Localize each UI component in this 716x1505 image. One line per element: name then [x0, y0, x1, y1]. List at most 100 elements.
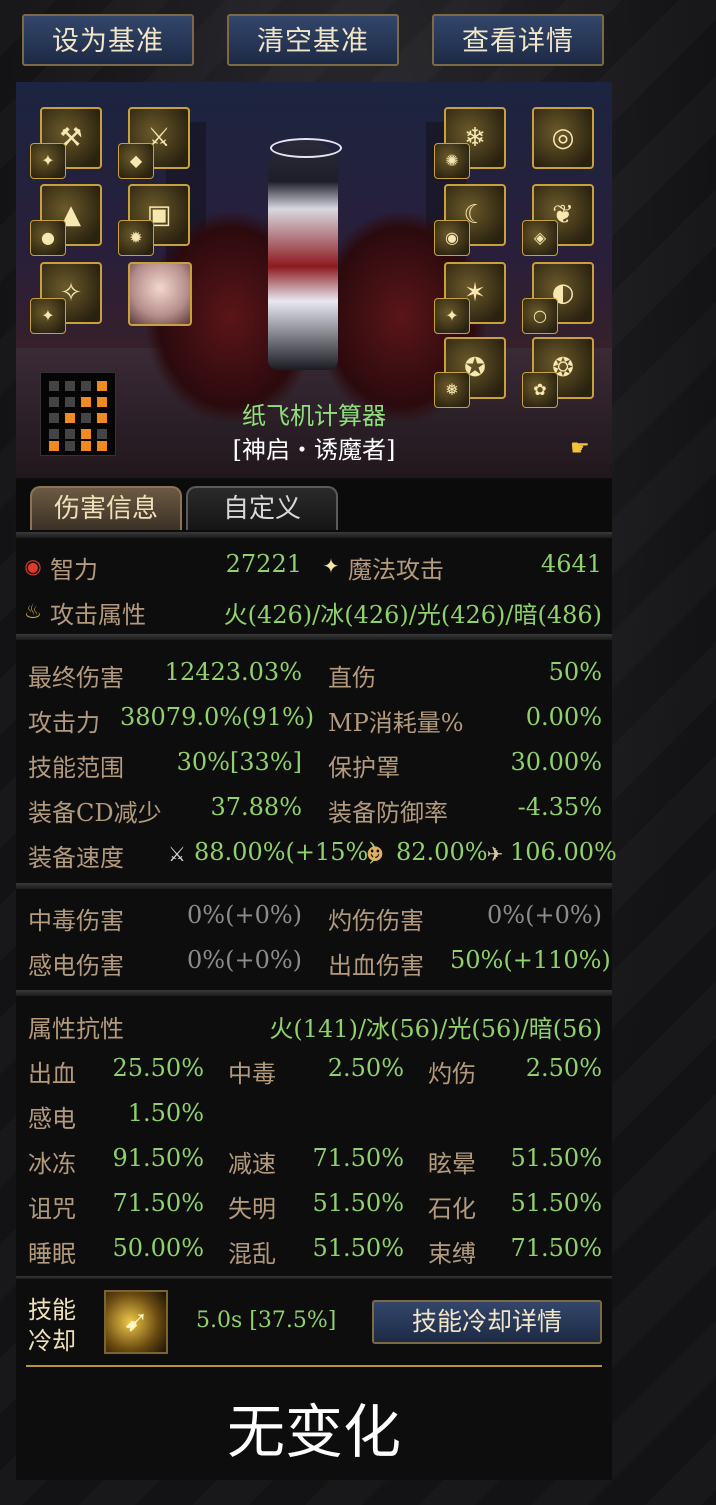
mp-cost-value: 0.00%: [525, 703, 602, 731]
bleed-damage-label: 出血伤害: [328, 952, 424, 980]
belt-avatar-slot-icon[interactable]: ✦: [30, 298, 66, 334]
stun-res-value: 51.50%: [510, 1144, 602, 1172]
burn-res-value: 2.50%: [525, 1054, 602, 1082]
magic-stone-avatar-slot-icon[interactable]: ✦: [434, 298, 470, 334]
sleep-res-label: 睡眠: [28, 1240, 76, 1268]
int-value: 27221: [225, 550, 302, 578]
confuse-res-label: 混乱: [228, 1240, 276, 1268]
direct-damage-value: 50%: [548, 658, 602, 686]
grid-cell-on: [97, 381, 107, 391]
flame-icon: ✦: [41, 151, 55, 170]
shock-damage-label: 感电伤害: [28, 952, 124, 980]
element-resistance-value: 火(141)/冰(56)/光(56)/暗(56): [269, 1015, 602, 1043]
bind-res-value: 71.50%: [510, 1234, 602, 1262]
stone-icon: ◉: [445, 228, 459, 247]
freeze-res-label: 冰冻: [28, 1150, 76, 1178]
sleep-res-value: 50.00%: [112, 1234, 204, 1262]
final-damage-value: 12423.03%: [164, 658, 302, 686]
blind-res-label: 失明: [228, 1195, 276, 1223]
grid-cell: [65, 381, 75, 391]
stun-res-label: 眩晕: [428, 1150, 476, 1178]
title-avatar-slot-icon[interactable]: ◆: [118, 143, 154, 179]
divider: [16, 634, 612, 640]
tab-custom[interactable]: 自定义: [186, 486, 338, 530]
shock-damage-value: 0%(+0%): [187, 946, 302, 974]
grid-cell: [81, 381, 91, 391]
bleed-res-value: 25.50%: [112, 1054, 204, 1082]
bind-res-label: 束缚: [428, 1240, 476, 1268]
view-details-button[interactable]: 查看详情: [432, 14, 604, 66]
sword-icon: ⚔: [168, 842, 186, 866]
halo: [270, 138, 342, 158]
move-speed-value: 106.00%: [510, 838, 617, 866]
skill-swirl-icon: ➹: [104, 1290, 168, 1354]
poison-res-label: 中毒: [228, 1060, 276, 1088]
burn-res-label: 灼伤: [428, 1060, 476, 1088]
weapon-avatar-slot-icon[interactable]: ✦: [30, 143, 66, 179]
petrify-res-label: 石化: [428, 1195, 476, 1223]
divider: [16, 883, 612, 889]
skill-range-label: 技能范围: [28, 754, 124, 782]
character-sprite: [268, 140, 338, 370]
result-text: 无变化: [226, 1398, 401, 1466]
speed-label: 装备速度: [28, 844, 124, 872]
mp-cost-label: MP消耗量%: [328, 709, 464, 737]
slow-res-label: 减速: [228, 1150, 276, 1178]
skill-cd-label-line2: 冷却: [28, 1327, 76, 1355]
burn-damage-value: 0%(+0%): [487, 901, 602, 929]
earring-avatar-slot-icon[interactable]: ○: [522, 298, 558, 334]
job-title: [神启・诱魔者]: [232, 436, 396, 464]
set-baseline-button[interactable]: 设为基准: [22, 14, 194, 66]
calculator-name: 纸飞机计算器: [242, 402, 386, 430]
attack-value: 38079.0%(91%): [120, 703, 315, 731]
dragon-icon: ✺: [445, 151, 459, 170]
coin-icon: ◎: [551, 123, 575, 153]
fire-orb-icon: ✹: [129, 228, 143, 247]
freeze-res-value: 91.50%: [112, 1144, 204, 1172]
cd-reduction-label: 装备CD减少: [28, 799, 162, 827]
pointing-hand-icon[interactable]: ☛: [570, 436, 590, 461]
necklace-avatar-slot-icon[interactable]: ✺: [434, 143, 470, 179]
bleed-damage-value: 50%(+110%): [450, 946, 611, 974]
gem-icon: ◈: [533, 228, 547, 247]
final-damage-label: 最终伤害: [28, 664, 124, 692]
divider-gold: [26, 1365, 602, 1367]
clear-baseline-button[interactable]: 清空基准: [227, 14, 399, 66]
sparkle-icon: ✦: [322, 554, 340, 578]
defense-rate-value: -4.35%: [517, 793, 602, 821]
boot-icon: ✈: [486, 842, 504, 866]
poison-damage-label: 中毒伤害: [28, 907, 124, 935]
bleed-res-label: 出血: [28, 1060, 76, 1088]
burn-damage-label: 灼伤伤害: [328, 907, 424, 935]
creature-avatar[interactable]: [128, 262, 192, 326]
ring-avatar-slot-icon[interactable]: ◉: [434, 220, 470, 256]
element-attack-icon: ♨: [24, 599, 42, 623]
grid-cell: [49, 381, 59, 391]
shield-label: 保护罩: [328, 754, 400, 782]
element-label: 攻击属性: [50, 601, 146, 629]
confuse-res-value: 51.50%: [312, 1234, 404, 1262]
element-resistance-label: 属性抗性: [28, 1015, 124, 1043]
curse-res-value: 71.50%: [112, 1189, 204, 1217]
pants-avatar-slot-icon[interactable]: ✹: [118, 220, 154, 256]
spark-icon: ✦: [445, 306, 459, 325]
curse-res-label: 诅咒: [28, 1195, 76, 1223]
matk-label: 魔法攻击: [348, 556, 444, 584]
attack-speed-value: 88.00%(+15%): [194, 838, 378, 866]
divider: [16, 990, 612, 996]
skill-range-value: 30%[33%]: [176, 748, 302, 776]
slow-res-value: 71.50%: [312, 1144, 404, 1172]
skill-cd-label-line1: 技能: [28, 1296, 76, 1324]
defense-rate-label: 装备防御率: [328, 799, 448, 827]
skill-cd-details-button[interactable]: 技能冷却详情: [372, 1300, 602, 1344]
blind-res-value: 51.50%: [312, 1189, 404, 1217]
top-avatar-slot-icon[interactable]: ●: [30, 220, 66, 256]
bracelet-slot-icon[interactable]: ◎: [532, 107, 594, 169]
support-avatar-slot-icon[interactable]: ◈: [522, 220, 558, 256]
flame-icon: ✦: [41, 306, 55, 325]
element-value: 火(426)/冰(426)/光(426)/暗(486): [223, 601, 602, 629]
petrify-res-value: 51.50%: [510, 1189, 602, 1217]
tab-damage-info[interactable]: 伤害信息: [30, 486, 182, 530]
matk-value: 4641: [540, 550, 602, 578]
shock-res-label: 感电: [28, 1105, 76, 1133]
